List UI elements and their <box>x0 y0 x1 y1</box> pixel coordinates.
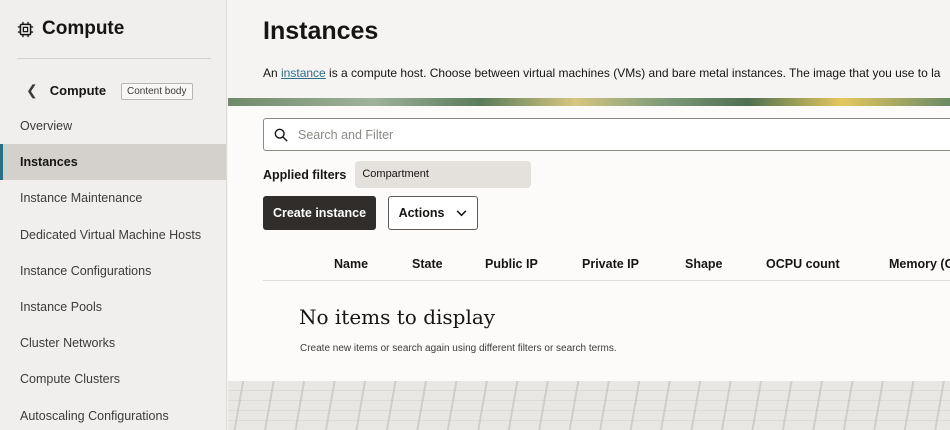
page-description: An instance is a compute host. Choose be… <box>263 66 940 80</box>
column-header-ocpu-count[interactable]: OCPU count <box>766 257 840 271</box>
content-body: Applied filters Compartment Create insta… <box>228 106 950 381</box>
column-header-shape[interactable]: Shape <box>685 257 723 271</box>
back-link-label: Compute <box>49 83 107 98</box>
sidebar-item-autoscaling-configurations[interactable]: Autoscaling Configurations <box>0 398 226 430</box>
compartment-filter-chip[interactable]: Compartment <box>355 161 532 188</box>
sidebar-header: Compute <box>17 18 124 40</box>
sidebar-nav: Overview Instances Instance Maintenance … <box>0 108 226 430</box>
sidebar-item-compute-clusters[interactable]: Compute Clusters <box>0 361 226 397</box>
decorative-footer-pattern <box>228 381 950 430</box>
applied-filters-label: Applied filters <box>263 167 347 182</box>
search-icon <box>274 128 288 142</box>
applied-filters: Applied filters Compartment <box>263 161 532 188</box>
sidebar-item-instance-pools[interactable]: Instance Pools <box>0 289 226 325</box>
column-header-memory[interactable]: Memory (G <box>889 257 950 271</box>
empty-state-title: No items to display <box>299 305 496 329</box>
chevron-down-icon <box>456 209 467 216</box>
sidebar-item-instance-configurations[interactable]: Instance Configurations <box>0 253 226 289</box>
table-header: Name State Public IP Private IP Shape OC… <box>263 246 950 281</box>
actions-button-label: Actions <box>398 206 445 220</box>
main-content: Instances An instance is a compute host.… <box>228 0 950 430</box>
search-input[interactable] <box>298 127 898 142</box>
search-box[interactable] <box>263 118 950 151</box>
intro-prefix: An <box>263 66 282 80</box>
empty-state-subtitle: Create new items or search again using d… <box>300 343 617 354</box>
intro-suffix: is a compute host. Choose between virtua… <box>325 66 941 80</box>
actions-menu-button[interactable]: Actions <box>388 196 478 230</box>
sidebar-item-dedicated-vm-hosts[interactable]: Dedicated Virtual Machine Hosts <box>0 217 226 253</box>
sidebar-item-overview[interactable]: Overview <box>0 108 226 144</box>
sidebar: Compute ❮ Compute Content body Overview … <box>0 0 227 430</box>
chip-icon <box>17 21 34 37</box>
tooltip: Content body <box>121 83 193 100</box>
sidebar-divider <box>17 58 211 59</box>
sidebar-item-cluster-networks[interactable]: Cluster Networks <box>0 325 226 361</box>
decorative-banner <box>228 98 950 106</box>
column-header-public-ip[interactable]: Public IP <box>485 257 538 271</box>
create-instance-button[interactable]: Create instance <box>263 196 376 230</box>
chevron-left-icon: ❮ <box>26 82 38 98</box>
column-header-name[interactable]: Name <box>334 257 368 271</box>
column-header-state[interactable]: State <box>412 257 443 271</box>
instance-doc-link[interactable]: instance <box>281 66 326 80</box>
sidebar-item-instances[interactable]: Instances <box>0 144 226 181</box>
page-title: Instances <box>263 17 379 45</box>
sidebar-item-instance-maintenance[interactable]: Instance Maintenance <box>0 180 226 216</box>
sidebar-title: Compute <box>42 18 125 39</box>
back-to-compute-link[interactable]: ❮ Compute <box>26 82 106 99</box>
column-header-private-ip[interactable]: Private IP <box>582 257 639 271</box>
